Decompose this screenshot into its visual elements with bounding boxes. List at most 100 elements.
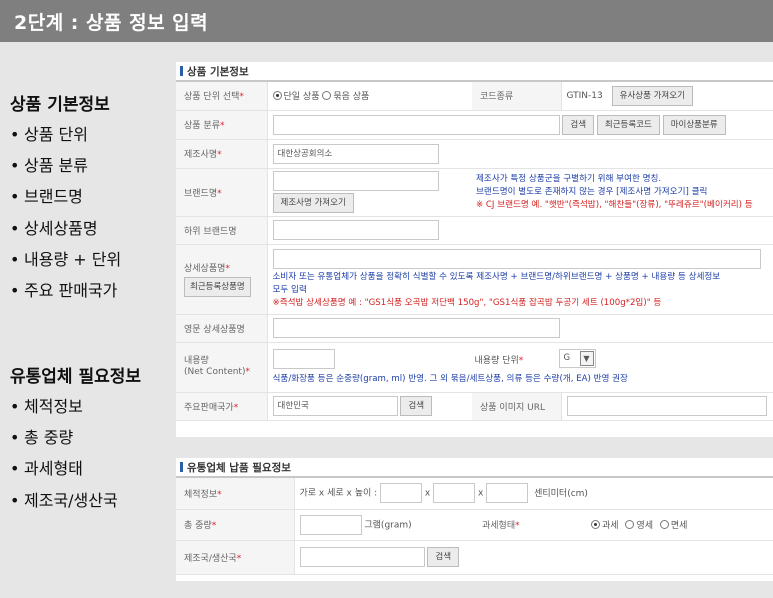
basic-info-panel: 상품 기본정보 상품 단위 선택* 단일 상품 묶음 상품 코드종류 GTIN-… xyxy=(176,62,773,437)
radio-selected-icon xyxy=(272,91,282,101)
unit-label: 상품 단위 선택 xyxy=(184,92,240,103)
weight-input[interactable] xyxy=(299,514,362,535)
detail-help-2: 모두 입력 xyxy=(272,284,307,295)
english-name-input[interactable] xyxy=(272,318,560,338)
origin-row: 제조국/생산국* 검색 xyxy=(176,540,773,575)
weight-unit: 그램(gram) xyxy=(364,520,412,530)
section-marker-icon xyxy=(180,66,183,76)
english-name-row: 영문 상세상품명 xyxy=(176,314,773,343)
maker-input[interactable]: 대한상공회의소 xyxy=(272,143,439,164)
category-label: 상품 분류 xyxy=(184,121,220,131)
weight-row: 총 중량* 그램(gram) 과세형태* 과세 영세 면세 xyxy=(176,509,773,541)
content-help: 식품/화장품 등은 순중량(gram, ml) 반영. 그 외 묶음/세트상품,… xyxy=(272,373,628,384)
distributor-info-summary: 유통업체 필요정보 • 체적정보 • 총 중량 • 과세형태 • 제조국/생산국 xyxy=(10,362,141,516)
step-title: 2단계 : 상품 정보 입력 xyxy=(14,12,209,34)
detail-name-input[interactable] xyxy=(272,248,761,269)
radio-selected-icon xyxy=(591,520,600,529)
radio-empty-icon xyxy=(659,520,669,529)
basic-info-list: • 상품 단위 • 상품 분류 • 브랜드명 • 상세상품명 • 내용량 + 단위 • 주요… xyxy=(10,119,121,306)
maker-row: 제조사명* 대한상공회의소 xyxy=(176,139,773,169)
detail-example: ※즉석밥 상세상품명 예 : "GS1식품 오곡밥 저단백 150g", "GS… xyxy=(272,297,662,308)
depth-input[interactable] xyxy=(433,483,476,504)
radio-empty-icon xyxy=(625,520,635,529)
distributor-info-list: • 체적정보 • 총 중량 • 과세형태 • 제조국/생산국 xyxy=(10,391,141,516)
country-row: 주요판매국가* 대한민국 검색 상품 이미지 URL xyxy=(176,392,773,421)
origin-search-button[interactable]: 검색 xyxy=(427,547,460,567)
radio-empty-icon xyxy=(322,91,332,101)
content-unit-select[interactable]: G ▼ xyxy=(558,348,596,368)
recent-code-button[interactable]: 최근등록코드 xyxy=(596,114,660,135)
brand-help-2: 브랜드명이 별도로 존재하지 않는 경우 [제조사명 가져오기] 클릭 xyxy=(476,186,708,197)
tax-option-zero[interactable]: 영세 xyxy=(625,520,653,531)
brand-row: 브랜드명* 제조사명 가져오기 제조사가 특정 상품군을 구별하기 위해 부여한… xyxy=(176,168,773,217)
sub-brand-input[interactable] xyxy=(272,220,439,240)
brand-input[interactable] xyxy=(272,171,439,191)
distributor-info-panel-header: 유통업체 납품 필요정보 xyxy=(176,458,773,478)
detail-help-1: 소비자 또는 유통업체가 상품을 정확히 식별할 수 있도록 제조사명 + 브랜… xyxy=(272,271,721,282)
brand-help-1: 제조사가 특정 상품군을 구별하기 위해 부여한 명칭. xyxy=(476,173,662,184)
chevron-down-icon: ▼ xyxy=(579,350,594,366)
image-url-label: 상품 이미지 URL xyxy=(480,402,545,413)
basic-info-form: 상품 단위 선택* 단일 상품 묶음 상품 코드종류 GTIN-13 유사상품 … xyxy=(176,82,773,421)
bundle-product-radio[interactable]: 묶음 상품 xyxy=(322,91,369,102)
similar-product-button[interactable]: 유사상품 가져오기 xyxy=(611,85,693,106)
code-type-value: GTIN-13 xyxy=(566,91,603,102)
brand-label: 브랜드명 xyxy=(184,188,218,199)
country-search-button[interactable]: 검색 xyxy=(400,396,433,416)
list-item: • 체적정보 xyxy=(10,397,83,416)
basic-info-summary: 상품 기본정보 • 상품 단위 • 상품 분류 • 브랜드명 • 상세상품명 • 내용량 … xyxy=(10,90,121,306)
single-product-radio[interactable]: 단일 상품 xyxy=(272,91,319,102)
width-input[interactable] xyxy=(380,483,423,504)
brand-example: ※ CJ 브랜드명 예. "햇반"(즉석밥), "해찬들"(장류), "뚜레쥬르… xyxy=(476,199,753,210)
basic-info-panel-header: 상품 기본정보 xyxy=(176,62,773,82)
list-item: • 주요 판매국가 xyxy=(10,280,118,300)
distributor-info-panel: 유통업체 납품 필요정보 체적정보* 가로 x 세로 x 높이 : x x 센티… xyxy=(176,458,773,581)
my-category-button[interactable]: 마이상품분류 xyxy=(662,114,726,135)
tax-option-taxable[interactable]: 과세 xyxy=(591,520,619,531)
sub-brand-row: 하위 브랜드명 xyxy=(176,216,773,245)
image-url-input[interactable] xyxy=(566,396,767,416)
country-input[interactable]: 대한민국 xyxy=(272,396,398,416)
list-item: • 브랜드명 xyxy=(10,187,83,207)
height-input[interactable] xyxy=(486,483,529,504)
country-label: 주요판매국가 xyxy=(184,402,234,413)
list-item: • 상품 단위 xyxy=(10,125,88,144)
panel-title: 상품 기본정보 xyxy=(187,66,249,78)
content-input[interactable] xyxy=(272,348,335,369)
tax-option-exempt[interactable]: 면세 xyxy=(659,520,687,531)
list-item: • 내용량 + 단위 xyxy=(10,249,122,269)
unit-row: 상품 단위 선택* 단일 상품 묶음 상품 코드종류 GTIN-13 유사상품 … xyxy=(176,82,773,111)
content-row: 내용량 (Net Content)* 내용량 단위* G ▼ 식품/화장품 등은 … xyxy=(176,342,773,393)
step-header: 2단계 : 상품 정보 입력 xyxy=(0,0,773,42)
category-input[interactable] xyxy=(272,114,560,135)
english-name-label: 영문 상세상품명 xyxy=(184,324,245,335)
category-search-button[interactable]: 검색 xyxy=(562,114,595,135)
code-type-label: 코드종류 xyxy=(480,92,514,103)
detail-name-label: 상세상품명 xyxy=(184,264,226,274)
recent-product-name-button[interactable]: 최근등록상품명 xyxy=(184,277,251,297)
tax-label: 과세형태 xyxy=(482,521,516,531)
list-item: • 제조국/생산국 xyxy=(10,490,118,510)
category-row: 상품 분류* 검색 최근등록코드 마이상품분류 xyxy=(176,110,773,140)
basic-info-heading: 상품 기본정보 xyxy=(10,95,110,115)
list-item: • 상품 분류 xyxy=(10,156,88,176)
get-maker-name-button[interactable]: 제조사명 가져오기 xyxy=(272,193,354,213)
maker-label: 제조사명 xyxy=(184,150,218,160)
distributor-info-heading: 유통업체 필요정보 xyxy=(10,367,142,387)
sub-brand-label: 하위 브랜드명 xyxy=(184,226,237,237)
list-item: • 과세형태 xyxy=(10,459,83,479)
content-sub-label: (Net Content) xyxy=(184,367,246,377)
section-marker-icon xyxy=(180,462,183,472)
origin-input[interactable] xyxy=(299,547,425,567)
volume-label: 체적정보 xyxy=(184,489,218,500)
origin-label: 제조국/생산국 xyxy=(184,553,237,564)
detail-name-row: 상세상품명* 최근등록상품명 소비자 또는 유통업체가 상품을 정확히 식별할 … xyxy=(176,244,773,315)
list-item: • 총 중량 xyxy=(10,428,74,448)
volume-row: 체적정보* 가로 x 세로 x 높이 : x x 센티미터(cm) xyxy=(176,478,773,510)
panel-title: 유통업체 납품 필요정보 xyxy=(187,462,291,474)
distributor-info-form: 체적정보* 가로 x 세로 x 높이 : x x 센티미터(cm) 총 중량* … xyxy=(176,478,773,575)
content-label: 내용량 xyxy=(184,356,209,366)
list-item: • 상세상품명 xyxy=(10,218,98,238)
volume-unit: 센티미터(cm) xyxy=(534,488,588,499)
volume-prefix: 가로 x 세로 x 높이 : xyxy=(299,488,378,499)
